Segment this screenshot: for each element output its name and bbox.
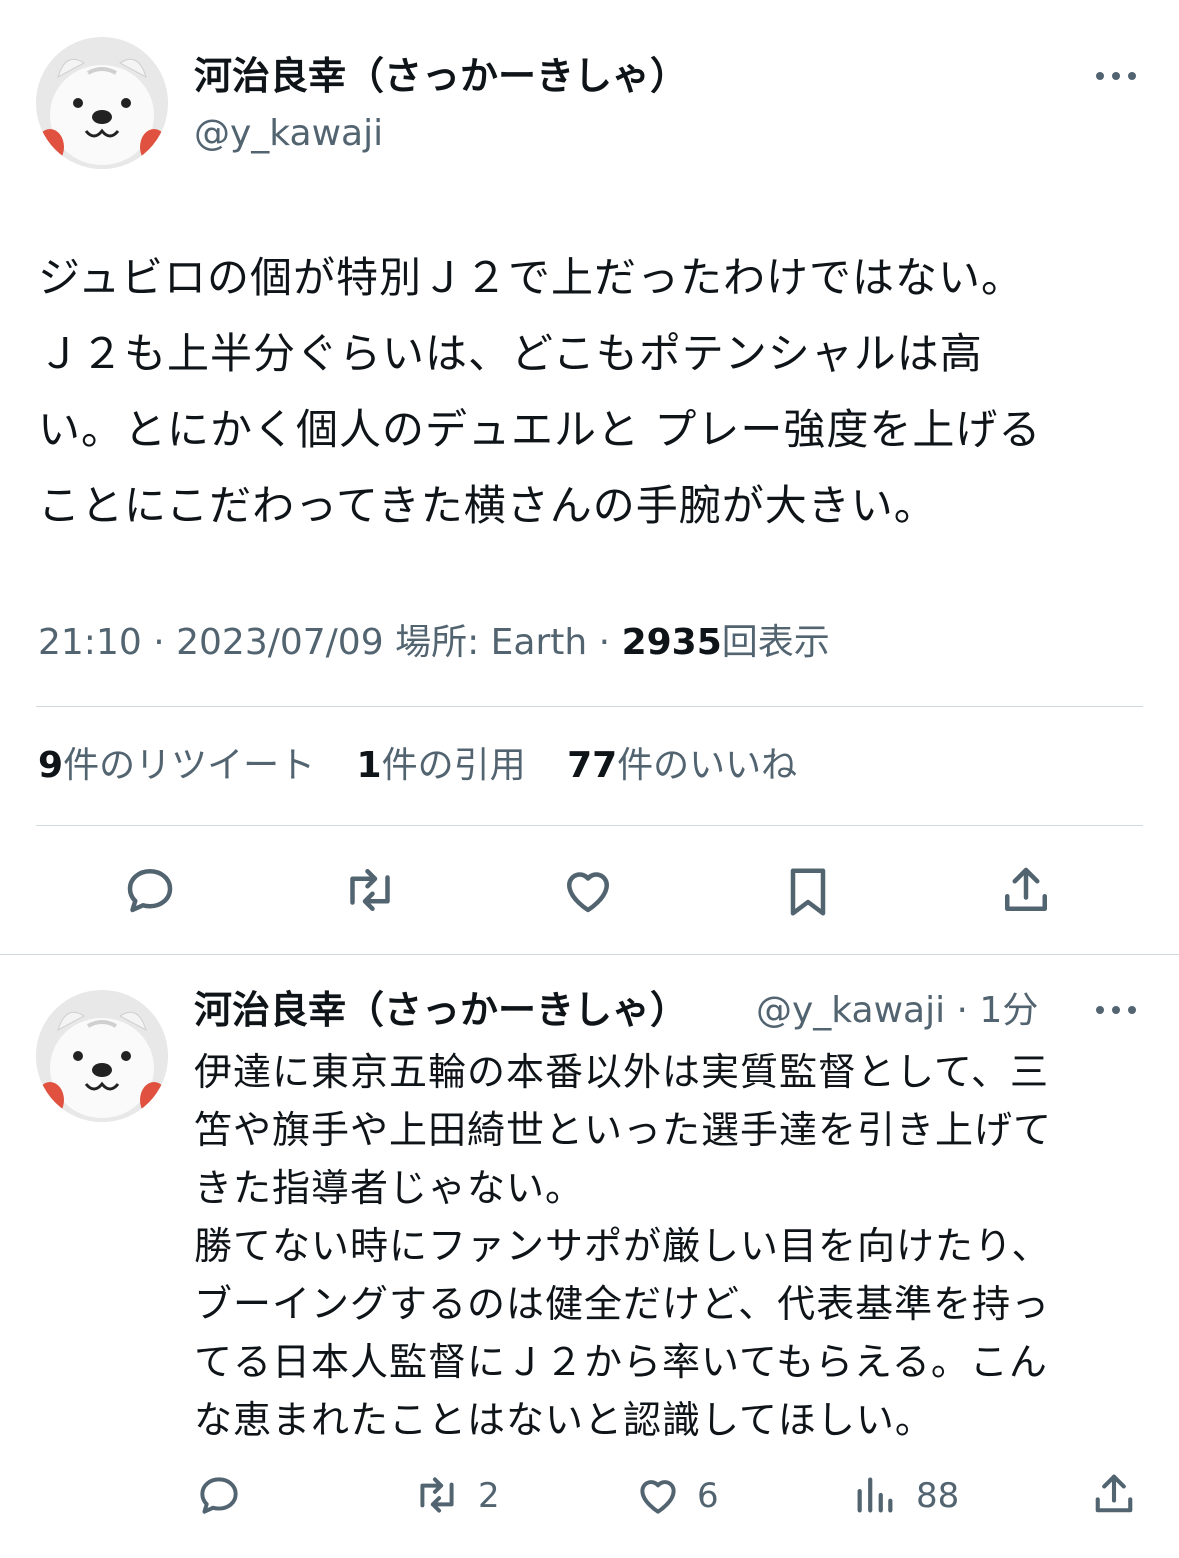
location-label: 場所: xyxy=(395,622,480,663)
tweet-date[interactable]: 2023/07/09 xyxy=(176,622,384,663)
reply-time[interactable]: · 1分 xyxy=(957,990,1039,1031)
engagement-stats: 9件のリツイート 1件の引用 77件のいいね xyxy=(38,740,827,792)
retweet-icon[interactable] xyxy=(410,1470,464,1520)
retweet-icon[interactable] xyxy=(338,860,402,920)
more-options-icon[interactable] xyxy=(1094,1000,1138,1020)
views-icon[interactable] xyxy=(852,1472,898,1518)
dog-mascot-icon xyxy=(36,37,168,169)
quotes-stat[interactable]: 1件の引用 xyxy=(357,745,526,786)
share-icon[interactable] xyxy=(1088,1468,1140,1520)
divider xyxy=(36,706,1143,707)
like-icon[interactable] xyxy=(632,1470,684,1520)
retweet-count: 2 xyxy=(478,1476,500,1516)
reply-icon[interactable] xyxy=(120,860,180,920)
main-tweet: 河治良幸（さっかーきしゃ） @y_kawaji ジュビロの個が特別Ｊ２で上だった… xyxy=(0,0,1179,955)
views-count: 88 xyxy=(916,1476,960,1516)
separator: · xyxy=(153,622,165,663)
likes-stat[interactable]: 77件のいいね xyxy=(567,745,797,786)
dog-mascot-icon xyxy=(36,990,168,1122)
tweet-text: ジュビロの個が特別Ｊ２で上だったわけではない。 Ｊ２も上半分ぐらいは、どこもポテ… xyxy=(38,253,1042,530)
location: Earth xyxy=(490,622,588,663)
author-handle[interactable]: @y_kawaji xyxy=(194,112,383,156)
reply-text: 伊達に東京五輪の本番以外は実質監督として、三 笘や旗手や上田綺世といった選手達を… xyxy=(194,1050,1053,1442)
tweet-time[interactable]: 21:10 xyxy=(38,622,142,663)
separator: · xyxy=(598,622,611,663)
like-count: 6 xyxy=(697,1476,719,1516)
author-name[interactable]: 河治良幸（さっかーきしゃ） xyxy=(194,54,688,98)
bookmark-icon[interactable] xyxy=(778,860,838,924)
like-icon[interactable] xyxy=(558,860,618,920)
author-avatar[interactable] xyxy=(36,37,168,169)
more-options-icon[interactable] xyxy=(1094,66,1138,86)
reply-author-name[interactable]: 河治良幸（さっかーきしゃ） xyxy=(194,986,688,1034)
retweets-stat[interactable]: 9件のリツイート xyxy=(38,745,315,786)
reply-author-avatar[interactable] xyxy=(36,990,168,1122)
tweet-separator xyxy=(0,954,1179,955)
share-icon[interactable] xyxy=(996,860,1056,920)
reply-handle-and-time[interactable]: @y_kawaji · 1分 xyxy=(756,988,1038,1034)
views-count: 2935 xyxy=(621,622,722,663)
reply-author-handle[interactable]: @y_kawaji xyxy=(756,990,945,1031)
divider xyxy=(36,825,1143,826)
views-label: 回表示 xyxy=(721,622,830,663)
reply-icon[interactable] xyxy=(194,1470,244,1520)
tweet-metadata: 21:10 · 2023/07/09 場所: Earth · 2935回表示 xyxy=(38,618,830,668)
